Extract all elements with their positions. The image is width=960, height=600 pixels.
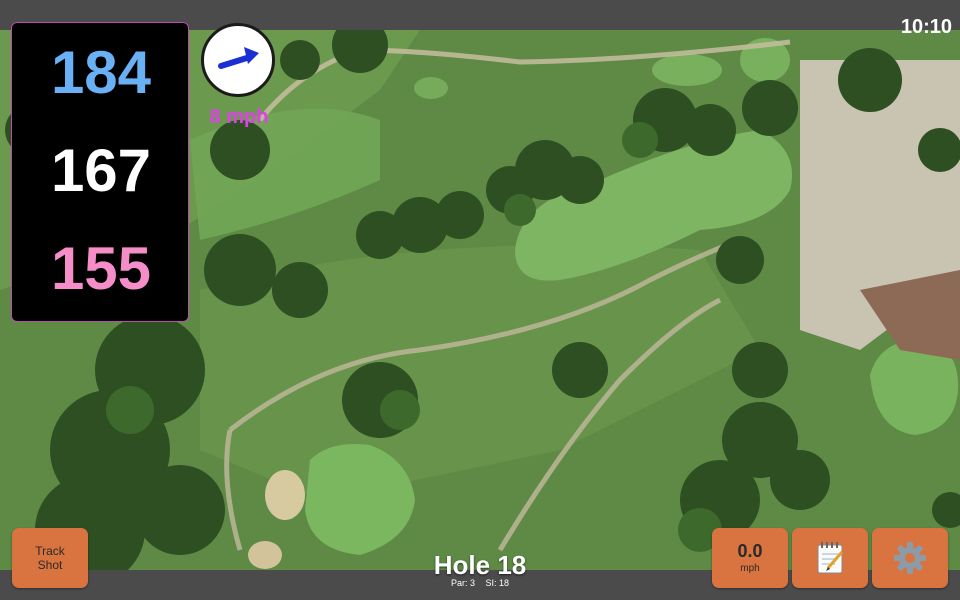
distance-panel: 184 167 155 — [11, 22, 189, 322]
track-shot-label-line1: Track — [35, 544, 65, 558]
notes-button[interactable] — [792, 528, 868, 588]
track-shot-label-line2: Shot — [37, 558, 63, 572]
track-shot-button[interactable]: Track Shot — [12, 528, 88, 588]
wind-speed: 8 mph — [209, 106, 269, 128]
wind-arrow-icon — [218, 47, 259, 69]
notepad-icon — [817, 542, 844, 574]
gear-icon — [894, 542, 926, 574]
clock: 10:10 — [900, 16, 952, 38]
shot-speed-unit: mph — [740, 563, 760, 574]
wind-direction-dial — [201, 23, 275, 97]
par-label: Par: 3 — [450, 578, 475, 588]
front-distance: 155 — [50, 235, 152, 302]
hole-info: Par: 3 SI: 18 — [380, 578, 580, 588]
hole-title: Hole 18 — [433, 550, 527, 580]
settings-button[interactable] — [872, 528, 948, 588]
shot-speed-button[interactable]: 0.0 mph — [712, 528, 788, 588]
stroke-index-label: SI: 18 — [485, 578, 510, 588]
back-distance: 184 — [50, 39, 152, 106]
shot-speed-value: 0.0 — [737, 541, 763, 561]
middle-distance: 167 — [50, 137, 152, 204]
